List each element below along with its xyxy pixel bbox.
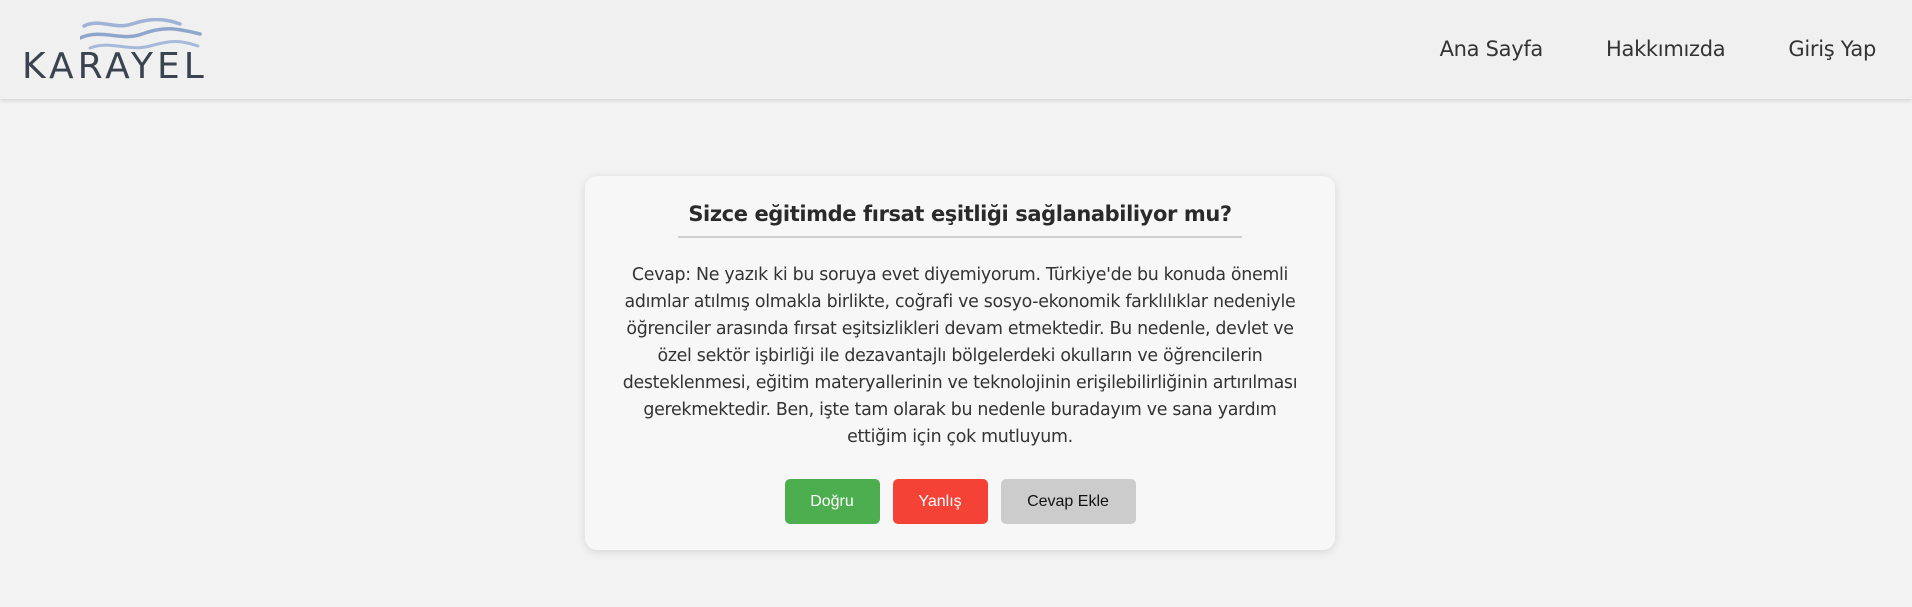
nav-login-link[interactable]: Giriş Yap [1788,37,1876,61]
main-nav: Ana Sayfa Hakkımızda Giriş Yap [1440,37,1877,61]
question-title: Sizce eğitimde fırsat eşitliği sağlanabi… [678,202,1242,238]
nav-about-link[interactable]: Hakkımızda [1606,37,1726,61]
answer-actions: Doğru Yanlış Cevap Ekle [585,479,1335,524]
logo-text: KARAYEL [22,46,208,87]
nav-home-link[interactable]: Ana Sayfa [1440,37,1544,61]
true-button[interactable]: Doğru [784,479,880,524]
answer-text: Cevap: Ne yazık ki bu soruya evet diyemi… [622,265,1298,447]
false-button[interactable]: Yanlış [892,479,988,524]
add-answer-button[interactable]: Cevap Ekle [1000,479,1136,524]
question-card: Sizce eğitimde fırsat eşitliği sağlanabi… [585,176,1335,550]
site-header: KARAYEL Ana Sayfa Hakkımızda Giriş Yap [0,0,1912,99]
karayel-logo[interactable]: KARAYEL [22,14,224,88]
